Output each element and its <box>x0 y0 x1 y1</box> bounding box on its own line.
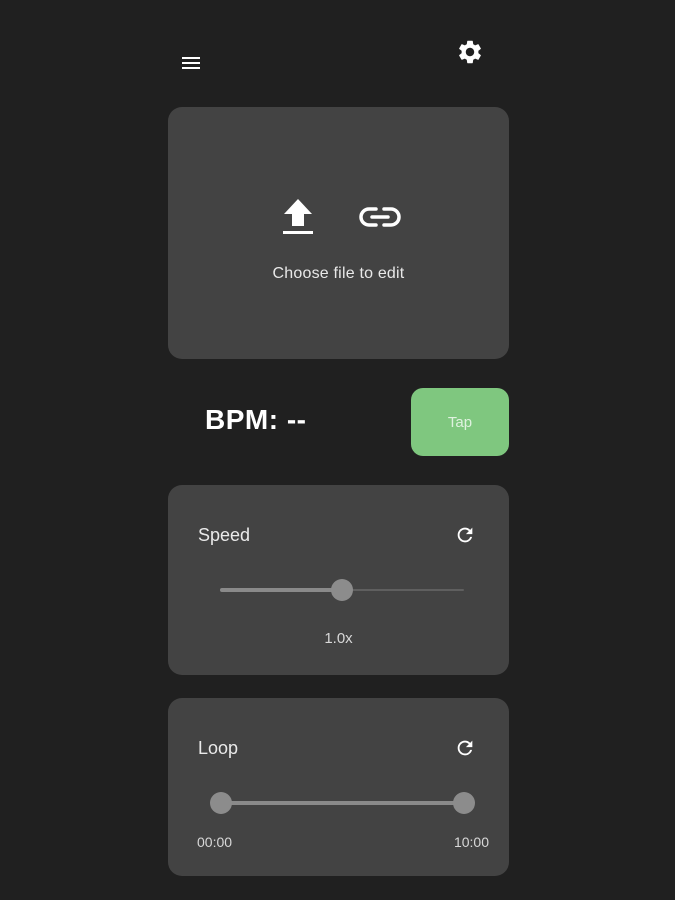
bpm-readout: BPM: -- <box>205 404 307 435</box>
loop-slider-active-track <box>221 801 464 805</box>
loop-card: Loop 00:00 10:00 <box>168 698 509 876</box>
loop-end-time: 10:00 <box>453 834 489 850</box>
loop-end-thumb[interactable] <box>453 792 475 814</box>
settings-button[interactable] <box>455 37 485 67</box>
speed-card: Speed 1.0x <box>168 485 509 675</box>
loop-range-slider[interactable] <box>210 792 475 814</box>
link-button[interactable] <box>358 195 402 239</box>
refresh-icon <box>457 740 473 756</box>
tap-button[interactable]: Tap <box>411 388 509 456</box>
file-actions <box>168 195 509 239</box>
gear-icon <box>459 40 481 64</box>
refresh-icon <box>457 527 473 543</box>
menu-button[interactable] <box>178 50 204 76</box>
speed-slider-thumb[interactable] <box>331 579 353 601</box>
file-picker-card[interactable]: Choose file to edit <box>168 107 509 359</box>
hamburger-menu-icon <box>182 57 200 69</box>
loop-title: Loop <box>198 738 239 758</box>
speed-slider-active-track <box>220 588 342 592</box>
speed-reset-button[interactable] <box>452 522 478 548</box>
speed-title: Speed <box>198 525 251 545</box>
loop-start-time: 00:00 <box>197 834 233 850</box>
loop-start-thumb[interactable] <box>210 792 232 814</box>
speed-value: 1.0x <box>324 630 353 647</box>
link-icon <box>358 207 401 227</box>
upload-icon <box>282 199 313 234</box>
speed-slider[interactable] <box>220 579 464 601</box>
loop-reset-button[interactable] <box>452 735 478 761</box>
file-picker-label: Choose file to edit <box>272 265 405 282</box>
upload-button[interactable] <box>276 195 320 239</box>
